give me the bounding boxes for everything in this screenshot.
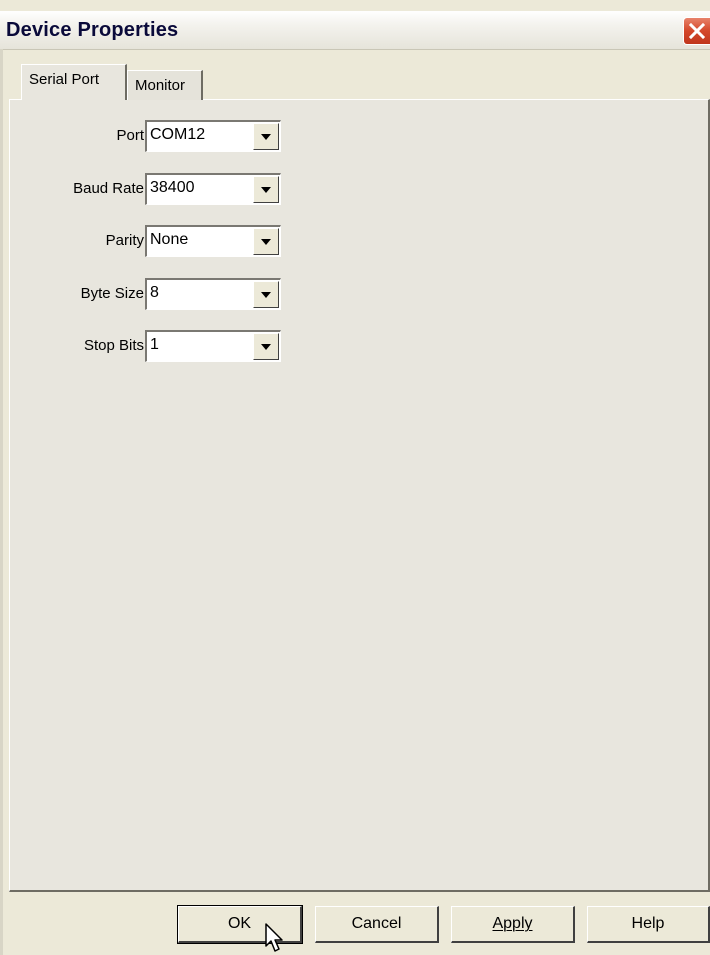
byte-size-select[interactable]: 8: [145, 278, 281, 310]
apply-button-label: Apply: [492, 915, 533, 932]
parity-label: Parity: [105, 232, 144, 249]
chevron-down-icon: [261, 292, 271, 298]
help-button[interactable]: Help: [587, 906, 710, 943]
parity-select[interactable]: None: [145, 225, 281, 257]
window-title: Device Properties: [6, 19, 179, 41]
parity-value: None: [150, 231, 189, 248]
chevron-down-icon: [261, 134, 271, 140]
parity-dropdown-button[interactable]: [253, 228, 279, 255]
chevron-down-icon: [261, 344, 271, 350]
baud-rate-label: Baud Rate: [73, 180, 144, 197]
title-bar[interactable]: Device Properties: [0, 11, 710, 50]
stop-bits-dropdown-button[interactable]: [253, 333, 279, 360]
port-row: Port COM12: [10, 120, 310, 152]
baud-rate-value: 38400: [150, 179, 195, 196]
apply-button[interactable]: Apply: [451, 906, 575, 943]
baud-rate-row: Baud Rate 38400: [10, 173, 310, 205]
byte-size-dropdown-button[interactable]: [253, 281, 279, 308]
device-properties-dialog: Device Properties Serial Port Monitor Po…: [0, 0, 710, 955]
cancel-button[interactable]: Cancel: [315, 906, 439, 943]
byte-size-label: Byte Size: [80, 285, 144, 302]
stop-bits-row: Stop Bits 1: [10, 330, 310, 362]
port-value: COM12: [150, 126, 206, 143]
byte-size-row: Byte Size 8: [10, 278, 310, 310]
stop-bits-label: Stop Bits: [83, 337, 144, 354]
baud-rate-dropdown-button[interactable]: [253, 176, 279, 203]
port-select[interactable]: COM12: [145, 120, 281, 152]
tab-serial-port[interactable]: Serial Port: [21, 64, 127, 100]
window-frame: [0, 49, 3, 955]
stop-bits-value: 1: [150, 336, 159, 353]
port-dropdown-button[interactable]: [253, 123, 279, 150]
chevron-down-icon: [261, 239, 271, 245]
port-label: Port: [116, 127, 144, 144]
chevron-down-icon: [261, 187, 271, 193]
tab-monitor-label: Monitor: [135, 77, 186, 94]
baud-rate-select[interactable]: 38400: [145, 173, 281, 205]
tab-serial-port-label: Serial Port: [29, 71, 100, 88]
close-icon: [689, 23, 705, 39]
mouse-pointer-icon: [265, 923, 283, 952]
tab-monitor[interactable]: Monitor: [127, 70, 203, 100]
stop-bits-select[interactable]: 1: [145, 330, 281, 362]
byte-size-value: 8: [150, 284, 159, 301]
parity-row: Parity None: [10, 225, 310, 257]
close-button[interactable]: [683, 17, 710, 45]
serial-port-panel: Port COM12 Baud Rate 38400 Parity None B…: [9, 99, 710, 892]
